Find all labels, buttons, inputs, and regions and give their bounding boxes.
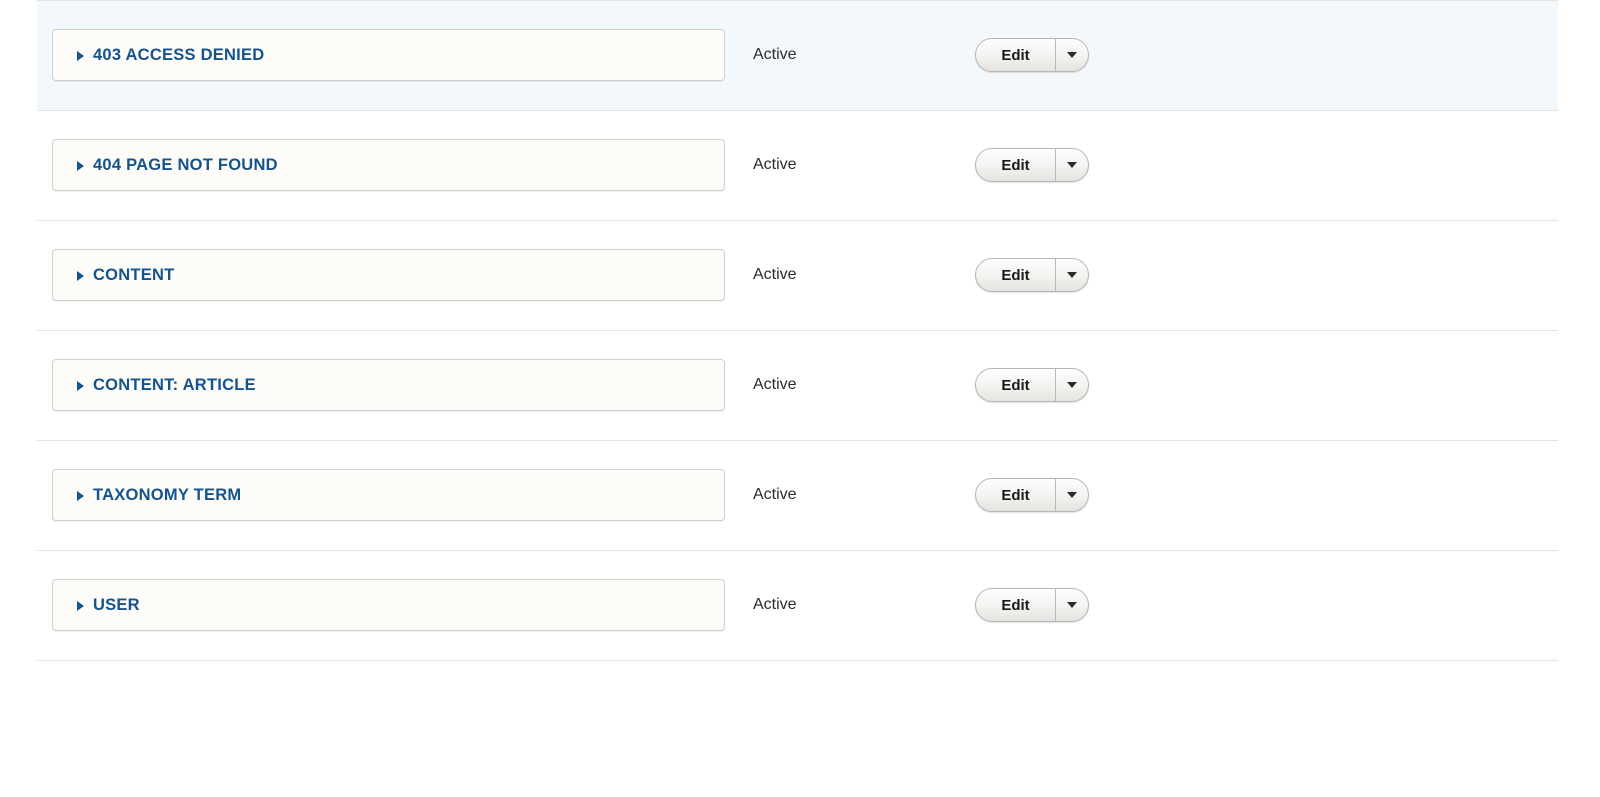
operations-cell: Edit [960,38,1089,72]
details-summary-label: USER [93,596,140,615]
chevron-down-icon [1067,602,1077,608]
dropbutton-toggle-button-5[interactable] [1055,589,1088,621]
details-cell: TAXONOMY TERM [52,469,725,521]
dropbutton-group: Edit [975,368,1089,402]
details-summary-5[interactable]: USER [77,596,140,615]
details-summary-4[interactable]: TAXONOMY TERM [77,486,241,505]
collapsible-details-3[interactable]: CONTENT: ARTICLE [52,359,725,411]
edit-button-0[interactable]: Edit [976,39,1055,71]
table-end-separator [37,660,1558,661]
details-summary-label: CONTENT: ARTICLE [93,376,256,395]
details-summary-0[interactable]: 403 ACCESS DENIED [77,46,264,65]
chevron-down-icon [1067,52,1077,58]
table-row: 403 ACCESS DENIED Active Edit [0,0,1600,110]
details-summary-2[interactable]: CONTENT [77,266,175,285]
details-summary-label: CONTENT [93,266,175,285]
operations-cell: Edit [960,478,1089,512]
details-cell: CONTENT [52,249,725,301]
dropbutton-group: Edit [975,148,1089,182]
status-cell: Active [725,376,960,394]
collapsible-details-2[interactable]: CONTENT [52,249,725,301]
dropbutton-toggle-button-3[interactable] [1055,369,1088,401]
chevron-down-icon [1067,382,1077,388]
edit-button-1[interactable]: Edit [976,149,1055,181]
collapsible-details-0[interactable]: 403 ACCESS DENIED [52,29,725,81]
edit-button-3[interactable]: Edit [976,369,1055,401]
disclosure-triangle-closed-icon [77,381,84,391]
details-summary-1[interactable]: 404 PAGE NOT FOUND [77,156,278,175]
dropbutton-toggle-button-2[interactable] [1055,259,1088,291]
table-row: TAXONOMY TERM Active Edit [0,440,1600,550]
status-badge: Active [753,596,797,613]
dropbutton-group: Edit [975,258,1089,292]
dropbutton-toggle-button-0[interactable] [1055,39,1088,71]
status-cell: Active [725,486,960,504]
dropbutton-group: Edit [975,478,1089,512]
details-summary-label: 404 PAGE NOT FOUND [93,156,278,175]
operations-cell: Edit [960,368,1089,402]
details-cell: 403 ACCESS DENIED [52,29,725,81]
disclosure-triangle-closed-icon [77,51,84,61]
status-badge: Active [753,376,797,393]
operations-cell: Edit [960,588,1089,622]
details-summary-3[interactable]: CONTENT: ARTICLE [77,376,256,395]
disclosure-triangle-closed-icon [77,601,84,611]
table-row: CONTENT Active Edit [0,220,1600,330]
details-cell: 404 PAGE NOT FOUND [52,139,725,191]
table-row: USER Active Edit [0,550,1600,660]
status-badge: Active [753,266,797,283]
status-cell: Active [725,596,960,614]
details-cell: CONTENT: ARTICLE [52,359,725,411]
details-summary-label: TAXONOMY TERM [93,486,241,505]
operations-cell: Edit [960,258,1089,292]
page-root: 403 ACCESS DENIED Active Edit [0,0,1600,797]
details-summary-label: 403 ACCESS DENIED [93,46,264,65]
status-badge: Active [753,156,797,173]
status-cell: Active [725,156,960,174]
table-row: 404 PAGE NOT FOUND Active Edit [0,110,1600,220]
chevron-down-icon [1067,272,1077,278]
dropbutton-toggle-button-4[interactable] [1055,479,1088,511]
edit-button-2[interactable]: Edit [976,259,1055,291]
chevron-down-icon [1067,162,1077,168]
operations-cell: Edit [960,148,1089,182]
status-cell: Active [725,46,960,64]
edit-button-4[interactable]: Edit [976,479,1055,511]
collapsible-details-4[interactable]: TAXONOMY TERM [52,469,725,521]
chevron-down-icon [1067,492,1077,498]
dropbutton-group: Edit [975,588,1089,622]
status-cell: Active [725,266,960,284]
table-row: CONTENT: ARTICLE Active Edit [0,330,1600,440]
details-cell: USER [52,579,725,631]
disclosure-triangle-closed-icon [77,491,84,501]
disclosure-triangle-closed-icon [77,271,84,281]
collapsible-details-5[interactable]: USER [52,579,725,631]
status-badge: Active [753,486,797,503]
disclosure-triangle-closed-icon [77,161,84,171]
dropbutton-group: Edit [975,38,1089,72]
view-modes-table: 403 ACCESS DENIED Active Edit [0,0,1600,660]
status-badge: Active [753,46,797,63]
dropbutton-toggle-button-1[interactable] [1055,149,1088,181]
edit-button-5[interactable]: Edit [976,589,1055,621]
collapsible-details-1[interactable]: 404 PAGE NOT FOUND [52,139,725,191]
